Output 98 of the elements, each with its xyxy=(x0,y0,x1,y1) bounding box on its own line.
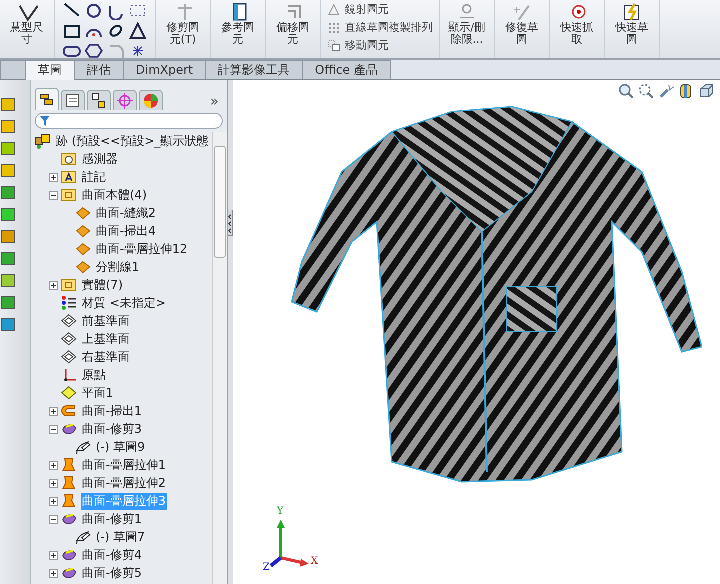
tab[interactable]: Office 產品 xyxy=(302,60,391,79)
tab[interactable]: DimXpert xyxy=(123,60,206,79)
expand-toggle-icon[interactable] xyxy=(49,460,58,470)
section-view-icon[interactable] xyxy=(678,83,694,99)
grid-icon xyxy=(327,20,341,34)
zoom-area-icon[interactable] xyxy=(638,83,654,99)
ribbon-button[interactable]: 顯示/刪除限... xyxy=(446,0,488,47)
tree-item[interactable]: (-) 草圖7 xyxy=(95,528,146,546)
axis-label: X xyxy=(311,556,318,567)
axis-label: Z xyxy=(263,562,270,573)
folder-letter-icon xyxy=(61,169,77,185)
filter-icon xyxy=(40,116,50,126)
expand-toggle-icon[interactable] xyxy=(49,514,58,524)
tree-item[interactable]: (-) 草圖9 xyxy=(95,438,146,456)
parts-icon xyxy=(35,133,51,149)
tree-item[interactable]: 上基準面 xyxy=(81,330,131,348)
plane-icon xyxy=(61,385,77,401)
tree-item[interactable]: 材質 <未指定> xyxy=(81,294,167,312)
surface-icon xyxy=(75,205,91,221)
trim-surface-icon xyxy=(61,547,77,563)
rectangle-icon[interactable] xyxy=(61,22,83,40)
tab[interactable]: 草圖 xyxy=(25,60,75,80)
tree-item[interactable]: 平面1 xyxy=(81,384,115,402)
expand-toggle-icon[interactable] xyxy=(49,496,58,506)
ribbon-button[interactable]: 偏移圖元 xyxy=(272,0,314,47)
scrollbar[interactable] xyxy=(212,132,227,584)
tree-item[interactable]: 分割線1 xyxy=(95,258,141,276)
expand-toggle-icon[interactable] xyxy=(49,568,58,578)
tab[interactable]: 評估 xyxy=(74,60,124,79)
tree-item[interactable]: 曲面-縫織2 xyxy=(95,204,157,222)
ribbon-button[interactable]: 修剪圖元(T) xyxy=(162,0,204,47)
folder-icon xyxy=(61,187,77,203)
tree-item[interactable]: 原點 xyxy=(81,366,107,384)
ribbon-button[interactable]: 慧型尺寸 xyxy=(6,0,48,47)
expand-toggle-icon[interactable] xyxy=(49,280,58,290)
ribbon-button[interactable]: 快速抓取 xyxy=(556,0,598,47)
trim-surface-icon xyxy=(61,565,77,581)
axis-label: Y xyxy=(277,506,284,517)
tree-item[interactable]: 曲面-修剪4 xyxy=(81,546,143,564)
trim-surface-icon xyxy=(61,421,77,437)
color-ball-icon xyxy=(142,92,160,110)
expand-toggle-icon[interactable] xyxy=(49,406,58,416)
loft-icon xyxy=(61,457,77,473)
tree-item[interactable]: 曲面-修剪3 xyxy=(81,420,143,438)
zoom-to-fit-icon[interactable] xyxy=(618,83,634,99)
tree-item[interactable]: 曲面-疊層拉伸12 xyxy=(95,240,189,258)
tree-item[interactable]: 感測器 xyxy=(81,150,119,168)
plane-icon xyxy=(61,313,77,329)
expand-toggle-icon[interactable] xyxy=(49,478,58,488)
ribbon-button[interactable]: 參考圖元 xyxy=(217,0,259,47)
tree-item[interactable]: 註記 xyxy=(81,168,107,186)
expand-toggle-icon[interactable] xyxy=(49,424,58,434)
panel-tab[interactable] xyxy=(35,88,59,110)
expand-toggle-icon[interactable] xyxy=(49,190,58,200)
sketch-icon xyxy=(75,439,91,455)
polygon-icon[interactable] xyxy=(83,42,105,58)
ribbon-button[interactable]: 修復草圖 xyxy=(501,0,543,47)
material-icon xyxy=(61,295,77,311)
surface-icon xyxy=(75,259,91,275)
ribbon-button[interactable]: 直線草圖複製排列 xyxy=(327,20,433,35)
surface-icon xyxy=(75,241,91,257)
sweep-icon xyxy=(61,403,77,419)
tree-item[interactable]: 曲面-掃出4 xyxy=(95,222,157,240)
panel-tab[interactable] xyxy=(87,90,111,110)
tree-item[interactable]: 曲面-修剪1 xyxy=(81,510,143,528)
tree-item[interactable]: 前基準面 xyxy=(81,312,131,330)
scroll-thumb[interactable] xyxy=(214,146,226,258)
plane-icon xyxy=(61,349,77,365)
tab[interactable]: 計算影像工具 xyxy=(205,60,304,79)
expand-toggle-icon[interactable] xyxy=(49,550,58,560)
overflow-button[interactable]: » xyxy=(206,94,223,110)
property-sheet-icon xyxy=(64,92,82,110)
previous-view-icon[interactable] xyxy=(658,83,674,99)
move-icon xyxy=(327,38,341,52)
sketch-icon xyxy=(75,529,91,545)
tree-item[interactable]: 曲面-疊層拉伸1 xyxy=(81,456,167,474)
filter-field[interactable] xyxy=(35,113,223,129)
expand-toggle-icon[interactable] xyxy=(49,172,58,182)
tree-item[interactable]: 曲面-疊層拉伸2 xyxy=(81,474,167,492)
tree-item[interactable]: 曲面-掃出1 xyxy=(81,402,143,420)
tree-item[interactable]: 曲面本體(4) xyxy=(81,186,148,204)
tree-item[interactable]: 曲面-修剪5 xyxy=(81,564,143,582)
tree-item[interactable]: 跡 (預設<<預設>_顯示狀態 xyxy=(55,132,210,150)
loft-icon xyxy=(61,493,77,509)
ribbon-button[interactable]: 移動圖元 xyxy=(327,38,433,53)
plane-icon xyxy=(61,331,77,347)
tree-item[interactable]: 右基準面 xyxy=(81,348,131,366)
loft-icon xyxy=(61,475,77,491)
trim-surface-icon xyxy=(61,511,77,527)
configuration-icon xyxy=(90,92,108,110)
ribbon-button[interactable]: 快速草圖 xyxy=(611,0,653,47)
tree-item[interactable]: 實體(7) xyxy=(81,276,124,294)
folder-icon xyxy=(61,277,77,293)
crosshair-icon xyxy=(116,92,134,110)
surface-icon xyxy=(75,223,91,239)
panel-tab[interactable] xyxy=(61,90,85,110)
ribbon-button[interactable]: 鏡射圖元 xyxy=(327,2,433,17)
folder-gauge-icon xyxy=(61,151,77,167)
